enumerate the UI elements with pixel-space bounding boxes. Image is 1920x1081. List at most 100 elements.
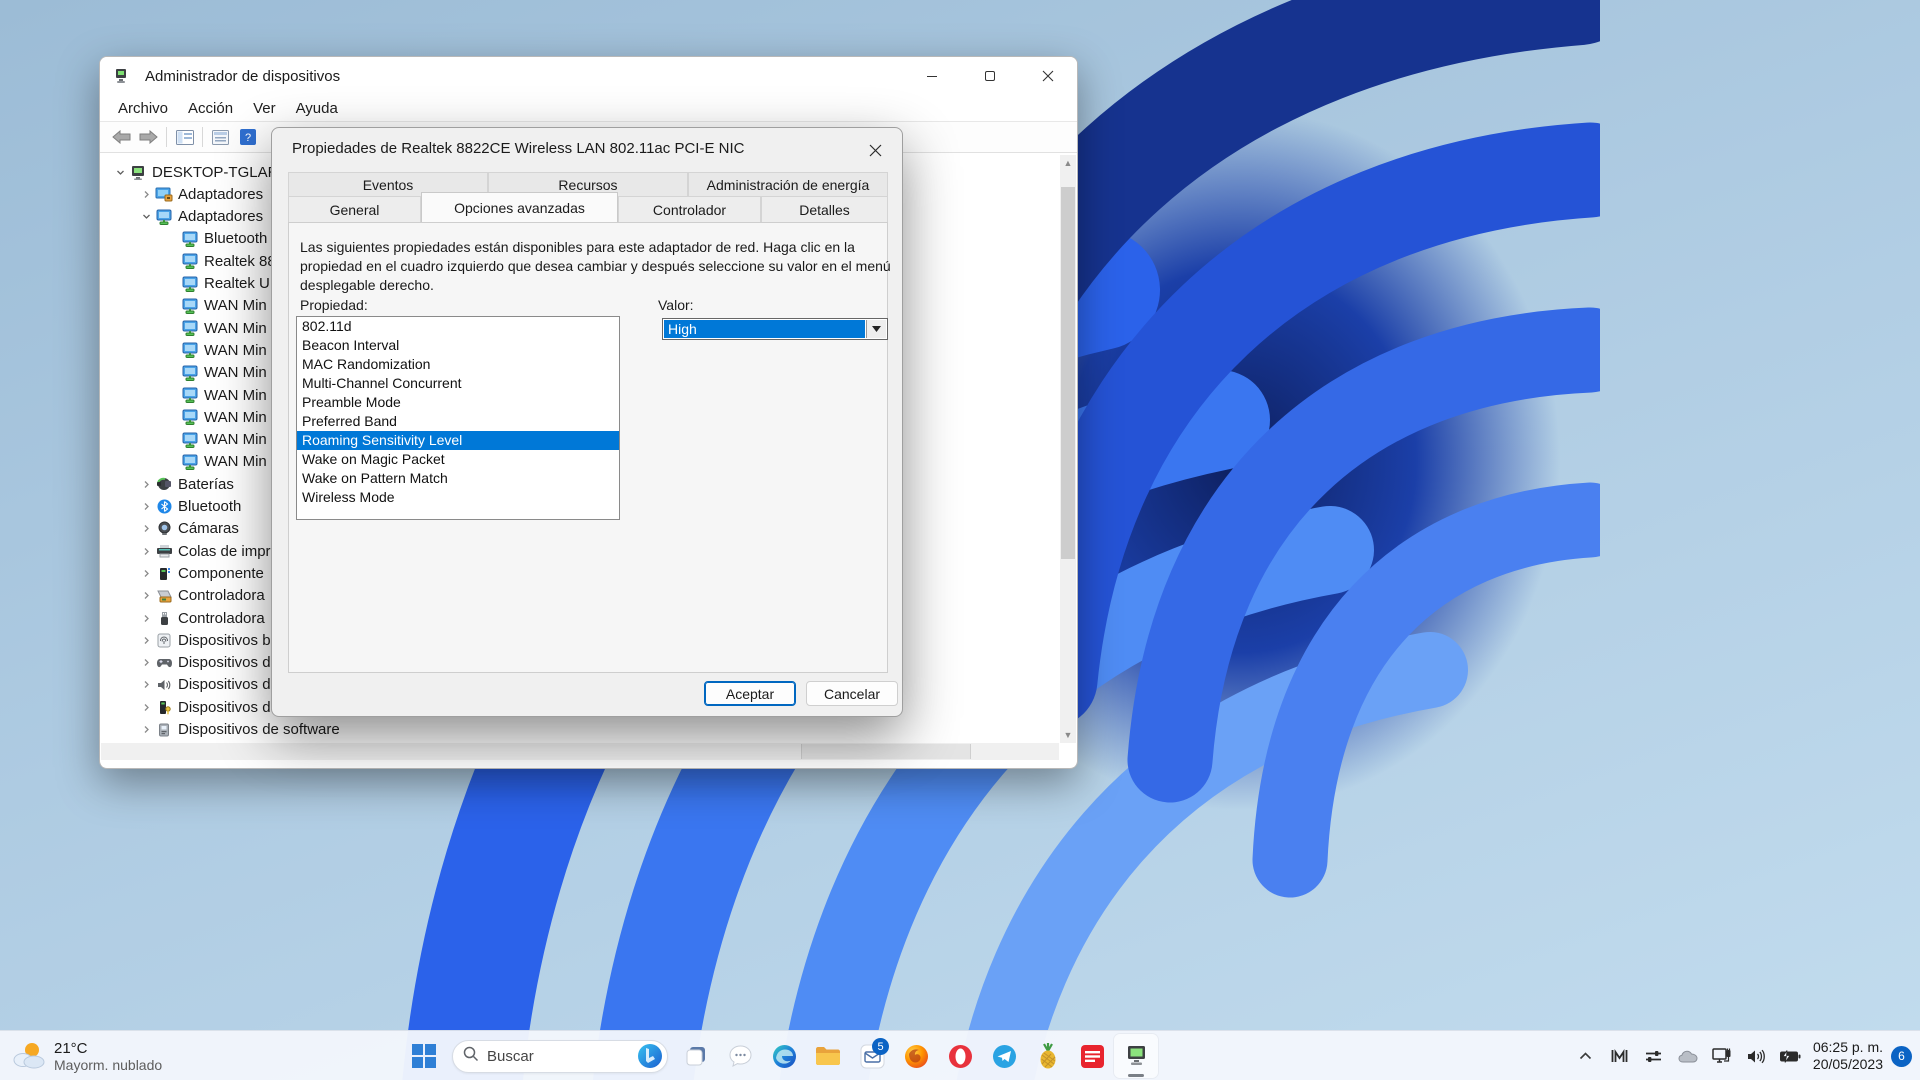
menu-item-ayuda[interactable]: Ayuda	[286, 97, 348, 120]
chevron-right-icon[interactable]	[139, 725, 153, 734]
chevron-up-icon[interactable]	[1569, 1039, 1603, 1073]
scroll-up-icon[interactable]: ▲	[1060, 155, 1076, 171]
title-bar[interactable]: Administrador de dispositivos	[100, 57, 1077, 95]
vertical-scrollbar[interactable]: ▲ ▼	[1060, 155, 1076, 743]
chevron-right-icon[interactable]	[139, 547, 153, 556]
tree-row[interactable]: Dispositivos b	[139, 629, 271, 651]
chevron-right-icon[interactable]	[139, 614, 153, 623]
menu-item-ver[interactable]: Ver	[243, 97, 286, 120]
red-app-button[interactable]	[1070, 1034, 1114, 1078]
tree-row[interactable]: WAN Min	[165, 384, 267, 406]
onedrive-cloud-icon[interactable]	[1671, 1039, 1705, 1073]
chevron-right-icon[interactable]	[139, 502, 153, 511]
battery-charging-icon[interactable]	[1773, 1039, 1807, 1073]
value-combobox[interactable]: High	[662, 318, 888, 340]
chevron-right-icon[interactable]	[139, 569, 153, 578]
sliders-tray-icon[interactable]	[1637, 1039, 1671, 1073]
chevron-right-icon[interactable]	[139, 524, 153, 533]
pineapple-app-button[interactable]	[1026, 1034, 1070, 1078]
tree-row[interactable]: Colas de impr	[139, 540, 271, 562]
chevron-right-icon[interactable]	[139, 636, 153, 645]
ethernet-display-icon[interactable]	[1705, 1039, 1739, 1073]
property-list-item[interactable]: Preferred Band	[297, 412, 619, 431]
chevron-down-icon[interactable]	[139, 212, 153, 221]
tree-row[interactable]: WAN Min	[165, 295, 267, 317]
weather-widget[interactable]: 21°C Mayorm. nublado	[10, 1031, 162, 1081]
tree-row[interactable]: Componente	[139, 562, 264, 584]
tree-row[interactable]: Bluetooth	[139, 496, 241, 518]
opera-button[interactable]	[938, 1034, 982, 1078]
menu-item-accin[interactable]: Acción	[178, 97, 243, 120]
tab-administraci-n-de-energ-a[interactable]: Administración de energía	[688, 172, 888, 196]
tree-row[interactable]: Cámaras	[139, 518, 239, 540]
console-tree-icon[interactable]	[171, 125, 198, 150]
horizontal-scrollbar-thumb[interactable]	[801, 744, 971, 759]
property-list-item[interactable]: Roaming Sensitivity Level	[297, 431, 619, 450]
tree-row[interactable]: Bluetooth	[165, 228, 267, 250]
tree-row[interactable]: WAN Min	[165, 406, 267, 428]
chevron-right-icon[interactable]	[139, 658, 153, 667]
tree-row[interactable]: DESKTOP-TGLAR5	[113, 161, 287, 183]
tree-row[interactable]: Realtek 88	[165, 250, 276, 272]
forward-arrow-icon[interactable]	[135, 125, 162, 150]
maximize-button[interactable]	[961, 57, 1019, 95]
tree-row[interactable]: Baterías	[139, 473, 234, 495]
chevron-right-icon[interactable]	[139, 703, 153, 712]
bing-ball-icon[interactable]	[637, 1043, 663, 1069]
property-list-item[interactable]: Wake on Pattern Match	[297, 469, 619, 488]
clock[interactable]: 06:25 p. m. 20/05/2023	[1813, 1039, 1883, 1073]
tree-row[interactable]: Adaptadores	[139, 206, 263, 228]
tree-row[interactable]: Dispositivos de software	[139, 719, 340, 741]
dialog-title-bar[interactable]: Propiedades de Realtek 8822CE Wireless L…	[272, 128, 902, 168]
mail-button[interactable]: 5	[850, 1034, 894, 1078]
tree-row[interactable]: WAN Min	[165, 362, 267, 384]
telegram-button[interactable]	[982, 1034, 1026, 1078]
firefox-button[interactable]	[894, 1034, 938, 1078]
tree-row[interactable]: Controladora	[139, 607, 265, 629]
tree-row[interactable]: Dispositivos d	[139, 674, 271, 696]
chevron-right-icon[interactable]	[139, 591, 153, 600]
combobox-dropdown-button[interactable]	[866, 320, 886, 338]
property-list-item[interactable]: MAC Randomization	[297, 355, 619, 374]
file-explorer-button[interactable]	[806, 1034, 850, 1078]
tree-row[interactable]: WAN Min	[165, 317, 267, 339]
tab-opciones-avanzadas[interactable]: Opciones avanzadas	[421, 192, 618, 222]
accept-button[interactable]: Aceptar	[704, 681, 796, 706]
properties-icon[interactable]	[207, 125, 234, 150]
task-view-button[interactable]	[674, 1034, 718, 1078]
m-bars-tray-icon[interactable]	[1603, 1039, 1637, 1073]
chevron-right-icon[interactable]	[139, 190, 153, 199]
minimize-button[interactable]	[903, 57, 961, 95]
tree-row[interactable]: Realtek U	[165, 273, 270, 295]
dialog-close-icon[interactable]	[862, 138, 888, 162]
chevron-right-icon[interactable]	[139, 680, 153, 689]
edge-button[interactable]	[762, 1034, 806, 1078]
start-button[interactable]	[402, 1034, 446, 1078]
property-list-item[interactable]: Preamble Mode	[297, 393, 619, 412]
tab-general[interactable]: General	[288, 196, 421, 222]
tree-row[interactable]: Adaptadores	[139, 183, 263, 205]
tree-row[interactable]: Dispositivos d	[139, 652, 271, 674]
chevron-down-icon[interactable]	[113, 168, 127, 177]
notification-badge[interactable]: 6	[1891, 1046, 1912, 1067]
tree-row[interactable]: WAN Min	[165, 429, 267, 451]
property-list-item[interactable]: Wireless Mode	[297, 488, 619, 507]
back-arrow-icon[interactable]	[108, 125, 135, 150]
tree-row[interactable]: Controladora	[139, 585, 265, 607]
tab-detalles[interactable]: Detalles	[761, 196, 888, 222]
property-listbox[interactable]: 802.11dBeacon IntervalMAC RandomizationM…	[296, 316, 620, 520]
tab-controlador[interactable]: Controlador	[618, 196, 761, 222]
search-bar[interactable]: Buscar	[452, 1040, 668, 1073]
property-list-item[interactable]: Multi-Channel Concurrent	[297, 374, 619, 393]
horizontal-scrollbar[interactable]	[101, 743, 1059, 760]
property-list-item[interactable]: 802.11d	[297, 317, 619, 336]
tree-row[interactable]: WAN Min	[165, 339, 267, 361]
tree-row[interactable]: WAN Min	[165, 451, 267, 473]
device-manager-button[interactable]	[1114, 1034, 1158, 1078]
help-icon[interactable]: ?	[234, 125, 261, 150]
vertical-scrollbar-thumb[interactable]	[1061, 187, 1075, 559]
property-list-item[interactable]: Beacon Interval	[297, 336, 619, 355]
cancel-button[interactable]: Cancelar	[806, 681, 898, 706]
close-button[interactable]	[1019, 57, 1077, 95]
volume-icon[interactable]	[1739, 1039, 1773, 1073]
